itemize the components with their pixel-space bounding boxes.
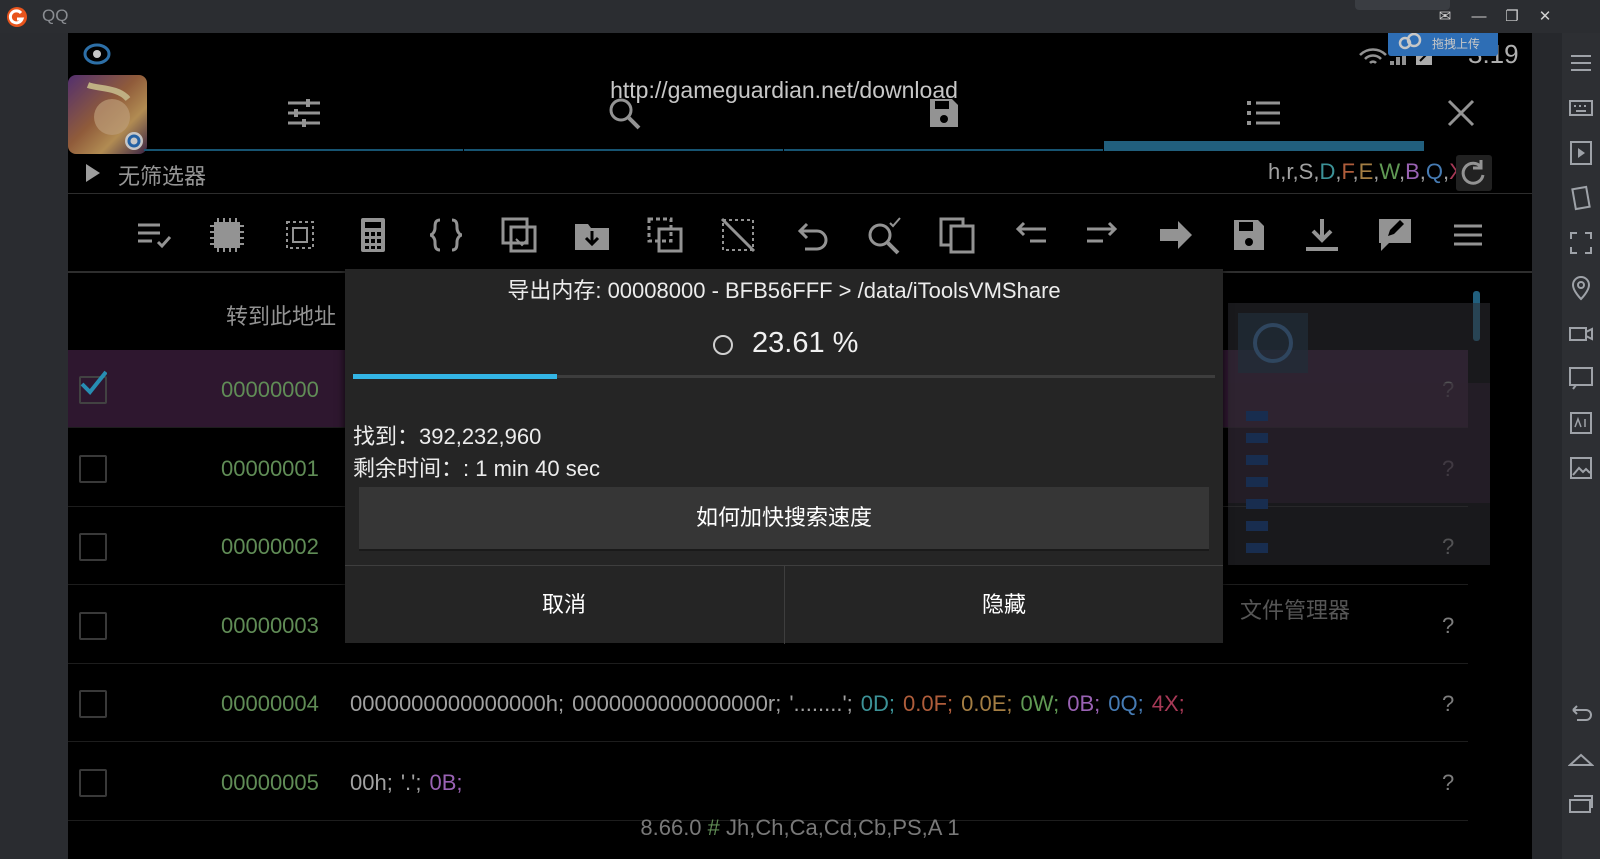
speedup-help-button[interactable]: 如何加快搜索速度 bbox=[359, 487, 1209, 551]
danmaku-icon[interactable] bbox=[1568, 365, 1594, 391]
dialog-buttons: 取消 隐藏 bbox=[345, 565, 1223, 644]
right-gap bbox=[1532, 33, 1562, 859]
host-logo-icon bbox=[6, 6, 28, 28]
play-icon[interactable] bbox=[1568, 140, 1594, 166]
recent-apps-icon[interactable] bbox=[1568, 790, 1594, 816]
fullscreen-icon[interactable] bbox=[1568, 230, 1594, 256]
menu-lines-icon[interactable] bbox=[1568, 50, 1594, 76]
export-progress-dialog: 导出内存: 00008000 - BFB56FFF > /data/iTools… bbox=[345, 269, 1223, 644]
remaining-time: 剩余时间：: 1 min 40 sec bbox=[353, 456, 600, 481]
minimize-button[interactable]: — bbox=[1466, 5, 1492, 29]
spinner-icon bbox=[713, 335, 733, 355]
mail-icon[interactable]: ✉ bbox=[1432, 5, 1458, 29]
close-window-button[interactable]: ✕ bbox=[1532, 5, 1558, 29]
progress-percent: 23.61 % bbox=[752, 327, 859, 359]
hide-button[interactable]: 隐藏 bbox=[784, 566, 1223, 644]
host-titlebar: QQ ✉ — ❐ ✕ bbox=[0, 0, 1600, 33]
host-title: QQ bbox=[42, 6, 69, 25]
progress-bar bbox=[353, 374, 1215, 379]
found-count: 找到：392,232,960 bbox=[353, 424, 542, 449]
rotate-icon[interactable] bbox=[1568, 185, 1594, 211]
keyboard-icon[interactable] bbox=[1568, 95, 1594, 121]
apk-icon[interactable] bbox=[1568, 410, 1594, 436]
location-icon[interactable] bbox=[1568, 275, 1594, 301]
progress-bar-fill bbox=[353, 374, 557, 379]
back-icon[interactable] bbox=[1568, 700, 1594, 726]
screenshot-icon[interactable] bbox=[1568, 455, 1594, 481]
restore-button[interactable]: ❐ bbox=[1499, 5, 1525, 29]
home-icon[interactable] bbox=[1568, 745, 1594, 771]
cancel-button[interactable]: 取消 bbox=[345, 566, 783, 644]
left-strip bbox=[0, 33, 68, 859]
dialog-title: 导出内存: 00008000 - BFB56FFF > /data/iTools… bbox=[507, 278, 1061, 303]
video-icon[interactable] bbox=[1568, 320, 1594, 346]
android-screen: 3:19 拖拽上传 http://gameguardian.net/downlo… bbox=[68, 33, 1532, 859]
